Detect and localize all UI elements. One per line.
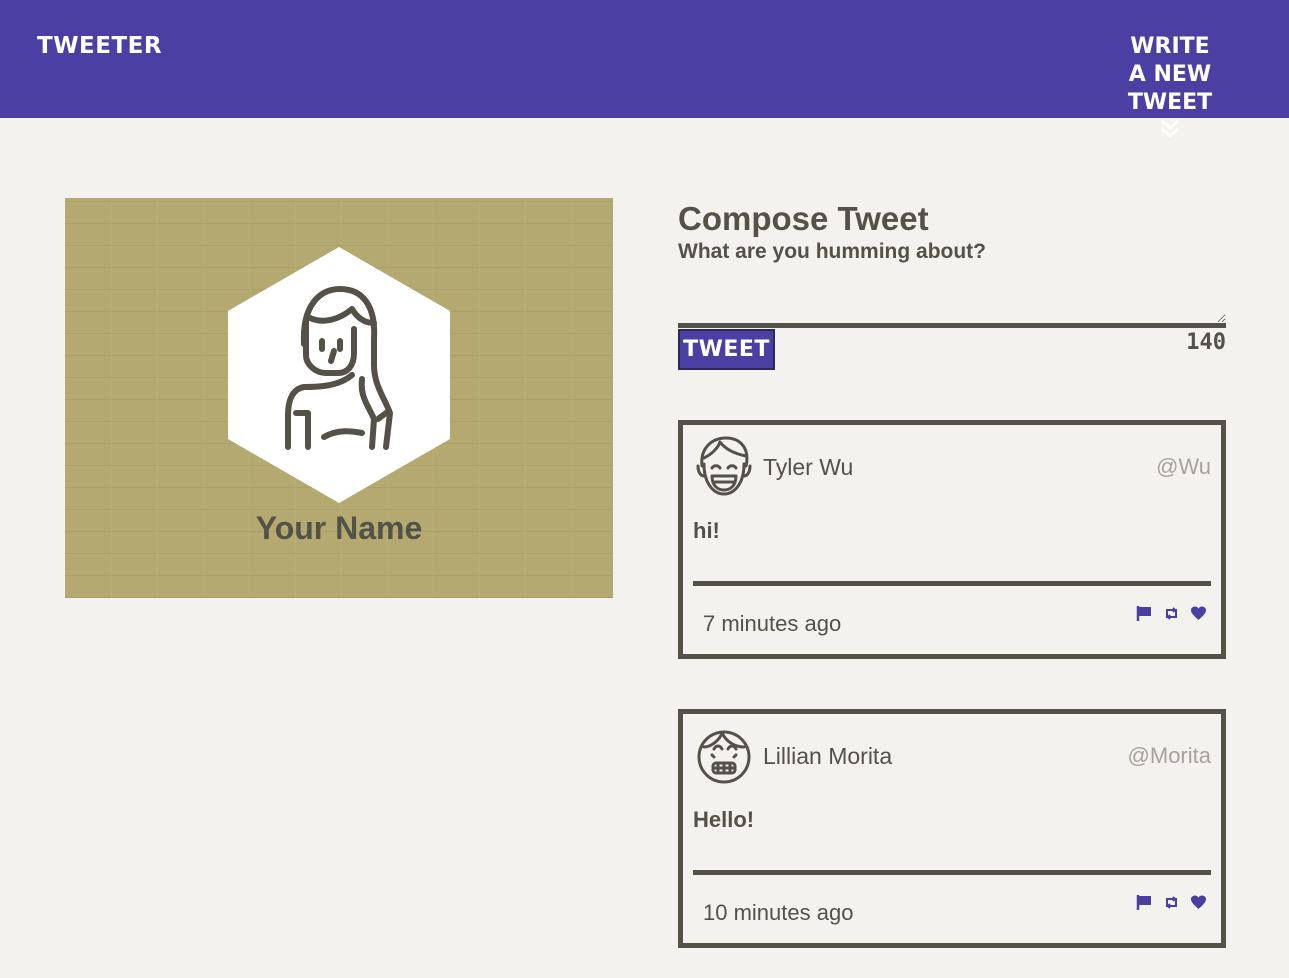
write-label-line2: A NEW TWEET [1127, 62, 1213, 115]
laughing-face-avatar-icon [696, 436, 752, 496]
compose-subtitle: What are you humming about? [678, 240, 986, 263]
tweet-card: Tyler Wu @Wu hi! 7 minutes ago [678, 420, 1226, 659]
profile-card: Your Name [65, 198, 613, 598]
tweet-author-handle: @Morita [1127, 743, 1211, 768]
write-new-tweet-button[interactable]: WRITE A NEW TWEET [1085, 33, 1255, 139]
tweet-submit-button[interactable]: TWEET [678, 329, 775, 370]
double-chevron-down-icon [1161, 119, 1179, 138]
tweet-content: hi! [693, 518, 720, 543]
tweet-actions [1136, 894, 1207, 911]
write-label-line1: WRITE [1130, 34, 1210, 59]
tweet-content: Hello! [693, 807, 755, 832]
tweet-card: Lillian Morita @Morita Hello! 10 minutes… [678, 709, 1226, 948]
tweet-author-name: Lillian Morita [763, 743, 893, 769]
flag-icon[interactable] [1136, 894, 1153, 911]
tweet-timestamp: 10 minutes ago [703, 900, 854, 925]
retweet-icon[interactable] [1163, 605, 1180, 622]
tweet-author-handle: @Wu [1156, 454, 1211, 479]
tweet-divider [693, 870, 1211, 875]
brand-logo[interactable]: TWEETER [37, 33, 162, 59]
tweet-textarea[interactable] [678, 270, 1226, 328]
retweet-icon[interactable] [1163, 894, 1180, 911]
tweet-timestamp: 7 minutes ago [703, 611, 842, 636]
tweet-divider [693, 581, 1211, 586]
tweet-actions [1136, 605, 1207, 622]
tweet-author-name: Tyler Wu [763, 454, 854, 480]
grinning-face-avatar-icon [697, 730, 751, 784]
heart-icon[interactable] [1190, 894, 1207, 911]
heart-icon[interactable] [1190, 605, 1207, 622]
woman-avatar-icon [228, 247, 450, 503]
profile-name: Your Name [255, 510, 423, 546]
character-counter: 140 [1186, 330, 1226, 355]
top-nav: TWEETER WRITE A NEW TWEET [0, 0, 1289, 138]
flag-icon[interactable] [1136, 605, 1153, 622]
compose-title: Compose Tweet [678, 200, 929, 237]
